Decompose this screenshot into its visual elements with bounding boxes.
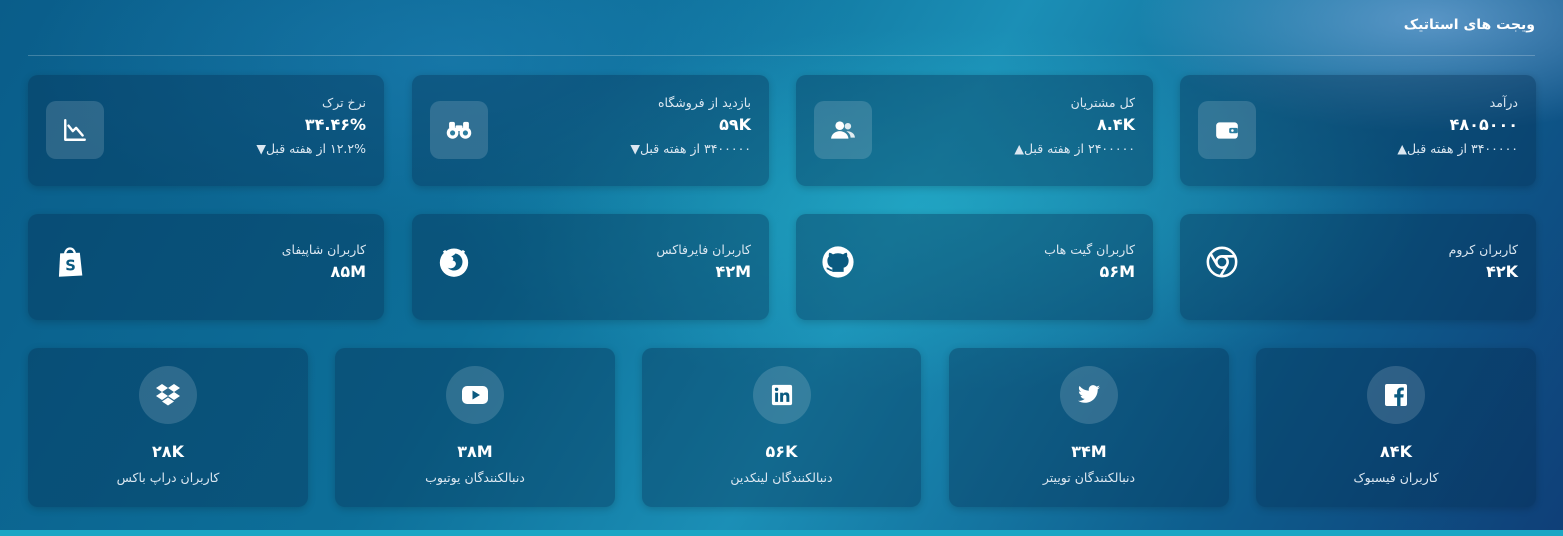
arrow-down-icon: ▼ (630, 141, 640, 156)
user-value: ۵۶M (1099, 262, 1135, 281)
social-label: دنبالکنندگان لینکدین (730, 470, 833, 485)
svg-text:S: S (65, 258, 76, 275)
stat-change: ۳۴۰۰۰۰۰ از هفته قبل▼ (630, 141, 751, 156)
user-card-github: کاربران گیت هاب ۵۶M (796, 214, 1153, 320)
stat-value: ۵۹K (719, 115, 751, 134)
social-label: دنبالکنندگان یوتیوب (425, 470, 525, 485)
stat-card-revenue: درآمد ۴۸۰۵۰۰۰ ۳۴۰۰۰۰۰ از هفته قبل▲ (1180, 75, 1536, 186)
twitter-icon (1060, 366, 1118, 424)
stat-change: ۱۲.۲% از هفته قبل▼ (256, 141, 366, 156)
stat-change: ۳۴۰۰۰۰۰ از هفته قبل▲ (1397, 141, 1518, 156)
github-icon (820, 244, 856, 280)
stat-change: ۲۴۰۰۰۰۰ از هفته قبل▲ (1014, 141, 1135, 156)
chrome-icon (1204, 244, 1240, 280)
stat-value: ۳۴.۴۶% (304, 115, 366, 134)
chart-down-icon (46, 101, 104, 159)
social-label: کاربران دراپ باکس (116, 470, 220, 485)
arrow-down-icon: ▼ (256, 141, 266, 156)
social-value: ۸۴K (1380, 442, 1412, 461)
social-card-youtube: ۳۸M دنبالکنندگان یوتیوب (335, 348, 615, 507)
arrow-up-icon: ▲ (1014, 141, 1024, 156)
user-card-chrome: کاربران کروم ۴۲K (1180, 214, 1536, 320)
page-title: ویجت های استاتیک (1403, 17, 1535, 33)
user-label: کاربران گیت هاب (1044, 242, 1135, 257)
user-value: ۴۲M (715, 262, 751, 281)
social-value: ۵۶K (765, 442, 798, 461)
linkedin-icon (752, 366, 811, 424)
social-value: ۳۸M (457, 442, 493, 461)
user-label: کاربران شاپیفای (281, 242, 366, 257)
stat-card-bounce-rate: نرخ ترک ۳۴.۴۶% ۱۲.۲% از هفته قبل▼ (28, 75, 384, 186)
firefox-icon (436, 244, 472, 280)
stat-card-store-visits: بازدید از فروشگاه ۵۹K ۳۴۰۰۰۰۰ از هفته قب… (412, 75, 769, 186)
user-value: ۴۲K (1486, 262, 1518, 281)
stat-label: بازدید از فروشگاه (657, 95, 751, 110)
stat-label: کل مشتریان (1070, 95, 1135, 110)
wallet-icon (1198, 101, 1256, 159)
widgets-header: ویجت های استاتیک (28, 0, 1535, 56)
stat-card-customers: کل مشتریان ۸.۴K ۲۴۰۰۰۰۰ از هفته قبل▲ (796, 75, 1153, 186)
arrow-up-icon: ▲ (1397, 141, 1407, 156)
facebook-icon (1367, 366, 1425, 424)
stat-label: درآمد (1489, 95, 1518, 110)
social-card-linkedin: ۵۶K دنبالکنندگان لینکدین (642, 348, 921, 507)
user-value: ۸۵M (330, 262, 366, 281)
user-label: کاربران کروم (1448, 242, 1518, 257)
stat-value: ۸.۴K (1096, 115, 1135, 134)
social-value: ۲۸K (152, 442, 184, 461)
social-card-facebook: ۸۴K کاربران فیسبوک (1256, 348, 1536, 507)
stat-label: نرخ ترک (322, 95, 366, 110)
shopify-icon: S (52, 244, 88, 280)
stat-value: ۴۸۰۵۰۰۰ (1449, 115, 1518, 134)
user-label: کاربران فایرفاکس (656, 242, 751, 257)
binoculars-icon (430, 101, 488, 159)
user-card-shopify: کاربران شاپیفای ۸۵M S (28, 214, 384, 320)
youtube-icon (446, 366, 504, 424)
footer-strip (0, 530, 1563, 536)
user-card-firefox: کاربران فایرفاکس ۴۲M (412, 214, 769, 320)
users-icon (814, 101, 872, 159)
social-label: کاربران فیسبوک (1353, 470, 1439, 485)
social-label: دنبالکنندگان توییتر (1042, 470, 1136, 485)
dropbox-icon (139, 366, 197, 424)
social-card-twitter: ۳۴M دنبالکنندگان توییتر (949, 348, 1229, 507)
social-card-dropbox: ۲۸K کاربران دراپ باکس (28, 348, 308, 507)
social-value: ۳۴M (1071, 442, 1107, 461)
